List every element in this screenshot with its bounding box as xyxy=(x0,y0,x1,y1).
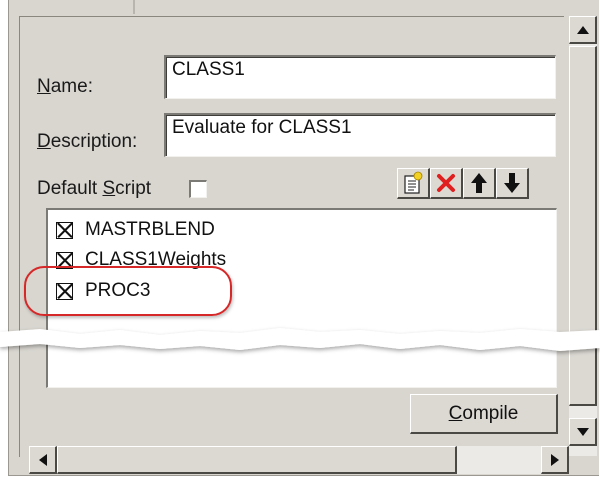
move-down-button[interactable] xyxy=(496,168,529,199)
vertical-scrollbar[interactable] xyxy=(569,16,597,456)
triangle-right-icon xyxy=(550,453,559,466)
triangle-up-icon xyxy=(576,25,589,34)
move-up-icon xyxy=(471,173,487,193)
checkbox-checked-icon[interactable] xyxy=(56,221,73,239)
horizontal-scrollbar[interactable] xyxy=(29,446,569,474)
delete-script-button[interactable] xyxy=(430,168,463,199)
default-script-checkbox[interactable] xyxy=(189,180,207,198)
delete-icon xyxy=(437,174,455,192)
panel-divider xyxy=(133,0,135,14)
scroll-left-button[interactable] xyxy=(29,446,57,474)
list-item-label: MASTRBLEND xyxy=(85,219,215,240)
name-field[interactable]: CLASS1 xyxy=(164,55,556,99)
highlight-annotation xyxy=(24,266,232,316)
compile-button[interactable]: Compile xyxy=(410,394,558,434)
list-item[interactable]: MASTRBLEND xyxy=(56,216,215,244)
description-field[interactable]: Evaluate for CLASS1 xyxy=(164,113,556,157)
properties-panel: Name: CLASS1 Description: Evaluate for C… xyxy=(8,0,599,476)
scroll-right-button[interactable] xyxy=(541,446,569,474)
new-script-icon xyxy=(404,171,423,194)
triangle-down-icon xyxy=(576,427,589,436)
move-down-icon xyxy=(504,173,520,193)
torn-edge-effect xyxy=(0,328,600,351)
move-up-button[interactable] xyxy=(463,168,496,199)
name-label: Name: xyxy=(37,76,93,97)
scroll-down-button[interactable] xyxy=(569,418,597,446)
triangle-left-icon xyxy=(38,453,47,466)
new-script-button[interactable] xyxy=(397,168,430,199)
scroll-up-button[interactable] xyxy=(569,16,597,44)
description-label: Description: xyxy=(37,131,138,152)
horizontal-scroll-thumb[interactable] xyxy=(57,446,457,474)
default-script-label: Default Script xyxy=(37,178,152,199)
